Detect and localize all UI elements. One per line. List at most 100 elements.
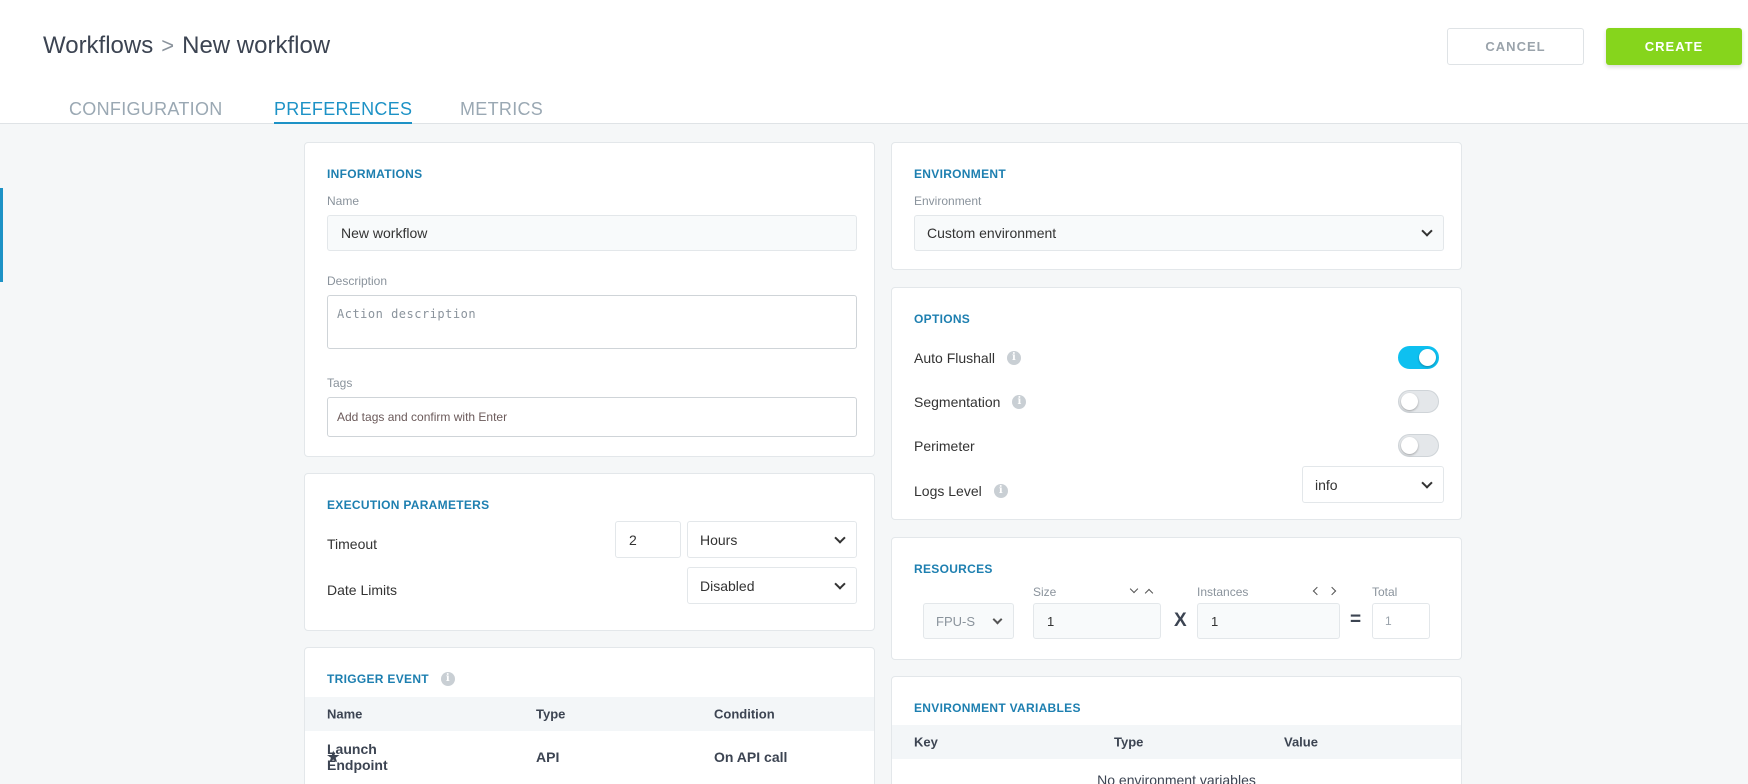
execution-parameters-card: EXECUTION PARAMETERS Timeout 2 Hours Dat… (304, 473, 875, 631)
chevron-down-icon (1421, 476, 1433, 489)
top-bar: Workflows > New workflow CANCEL CREATE C… (0, 0, 1748, 124)
options-card: OPTIONS Auto Flushall i Segmentation i P… (891, 287, 1462, 520)
tab-preferences[interactable]: PREFERENCES (274, 99, 413, 124)
cancel-button[interactable]: CANCEL (1447, 28, 1584, 65)
instances-value: 1 (1211, 613, 1219, 629)
trigger-type: API (536, 749, 560, 765)
tab-configuration[interactable]: CONFIGURATION (69, 99, 223, 120)
chevron-left-icon[interactable] (1312, 586, 1322, 596)
segmentation-row: Segmentation i (914, 392, 1027, 412)
segmentation-label: Segmentation (914, 394, 1001, 410)
environment-label: Environment (914, 194, 982, 208)
trigger-event-title: TRIGGER EVENT i (327, 672, 455, 686)
column-condition: Condition (714, 706, 775, 722)
tags-placeholder: Add tags and confirm with Enter (337, 410, 508, 424)
name-label: Name (327, 194, 360, 208)
date-limits-value: Disabled (700, 577, 755, 594)
timeout-value-input[interactable]: 2 (615, 521, 681, 558)
chevron-down-icon (834, 577, 846, 590)
date-limits-select[interactable]: Disabled (687, 567, 857, 604)
info-icon[interactable]: i (993, 484, 1008, 498)
environment-select[interactable]: Custom environment (914, 215, 1444, 251)
auto-flushall-row: Auto Flushall i (914, 348, 1021, 368)
total-field: 1 (1372, 603, 1430, 639)
multiply-sign: X (1174, 610, 1187, 631)
logs-level-row: Logs Level i (914, 481, 1008, 501)
resources-card: RESOURCES FPU-S Size 1 X Instances 1 = T… (891, 537, 1462, 660)
perimeter-toggle[interactable] (1398, 434, 1439, 457)
create-button[interactable]: CREATE (1606, 28, 1742, 65)
chevron-up-icon[interactable] (1144, 588, 1154, 598)
page: Workflows > New workflow CANCEL CREATE C… (0, 0, 1748, 784)
date-limits-label: Date Limits (327, 582, 398, 598)
size-value: 1 (1047, 613, 1055, 629)
tab-metrics[interactable]: METRICS (460, 99, 543, 120)
toggle-knob (1401, 393, 1418, 410)
column-key: Key (914, 734, 938, 750)
breadcrumb: Workflows > New workflow (43, 32, 330, 60)
trigger-event-title-text: TRIGGER EVENT (327, 672, 429, 686)
breadcrumb-current: New workflow (182, 32, 331, 59)
description-label: Description (327, 274, 388, 288)
description-placeholder: Action description (337, 307, 477, 321)
timeout-label: Timeout (327, 536, 378, 552)
total-label: Total (1372, 585, 1398, 599)
info-icon[interactable]: i (440, 672, 455, 686)
perimeter-label: Perimeter (914, 438, 975, 454)
name-input[interactable]: New workflow (327, 215, 857, 251)
environment-variables-card: ENVIRONMENT VARIABLES Key Type Value No … (891, 676, 1462, 784)
chevron-right-icon[interactable] (1327, 586, 1337, 596)
chevron-down-icon (992, 614, 1003, 624)
equals-sign: = (1350, 609, 1362, 630)
description-textarea[interactable]: Action description (327, 295, 857, 349)
trigger-table-header: Name Type Condition (305, 697, 874, 731)
table-row[interactable]: ★ Launch Endpoint API On API call (305, 737, 874, 777)
auto-flushall-toggle[interactable] (1398, 346, 1439, 369)
timeout-unit-select[interactable]: Hours (687, 521, 857, 558)
timeout-unit-value: Hours (700, 531, 738, 548)
informations-title: INFORMATIONS (327, 167, 423, 181)
name-value: New workflow (341, 225, 428, 241)
sidebar-indicator (0, 188, 3, 282)
trigger-event-card: TRIGGER EVENT i Name Type Condition ★ Lau… (304, 647, 875, 784)
column-type: Type (1114, 734, 1144, 750)
info-icon[interactable]: i (1006, 351, 1021, 365)
toggle-knob (1401, 437, 1418, 454)
environment-variables-title: ENVIRONMENT VARIABLES (914, 701, 1081, 715)
tags-input[interactable]: Add tags and confirm with Enter (327, 397, 857, 437)
informations-card: INFORMATIONS Name New workflow Descripti… (304, 142, 875, 457)
instances-stepper[interactable] (1312, 586, 1337, 596)
environment-variables-empty: No environment variables (1097, 772, 1256, 784)
logs-level-value: info (1315, 476, 1338, 493)
logs-level-label: Logs Level (914, 483, 982, 499)
breadcrumb-workflows-link[interactable]: Workflows (43, 32, 153, 60)
resources-title: RESOURCES (914, 562, 993, 576)
environment-variables-table-header: Key Type Value (892, 725, 1461, 759)
fpu-select[interactable]: FPU-S (923, 603, 1014, 639)
trigger-condition: On API call (714, 749, 788, 765)
options-title: OPTIONS (914, 312, 971, 326)
auto-flushall-label: Auto Flushall (914, 350, 995, 366)
size-label: Size (1033, 585, 1057, 599)
breadcrumb-separator: > (161, 33, 175, 58)
instances-input[interactable]: 1 (1197, 603, 1340, 639)
segmentation-toggle[interactable] (1398, 390, 1439, 413)
chevron-down-icon (1421, 225, 1433, 237)
total-value: 1 (1385, 614, 1392, 628)
info-icon[interactable]: i (1012, 395, 1027, 409)
fpu-value: FPU-S (936, 613, 975, 629)
chevron-down-icon (834, 531, 846, 544)
execution-parameters-title: EXECUTION PARAMETERS (327, 498, 490, 512)
logs-level-select[interactable]: info (1302, 466, 1444, 503)
timeout-value: 2 (629, 531, 637, 548)
column-type: Type (536, 706, 566, 722)
column-value: Value (1284, 734, 1318, 750)
toggle-knob (1419, 349, 1436, 366)
instances-label: Instances (1197, 585, 1249, 599)
tags-label: Tags (327, 376, 353, 390)
environment-card: ENVIRONMENT Environment Custom environme… (891, 142, 1462, 270)
chevron-down-icon[interactable] (1129, 584, 1139, 594)
size-input[interactable]: 1 (1033, 603, 1161, 639)
column-name: Name (327, 706, 363, 722)
size-stepper[interactable] (1129, 584, 1154, 598)
